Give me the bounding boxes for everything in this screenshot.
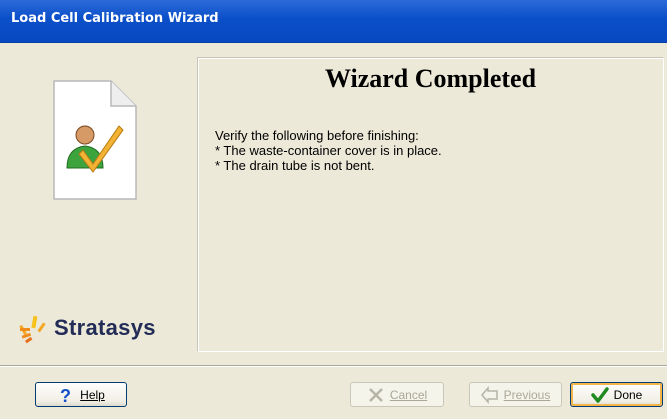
wizard-window: Load Cell Calibration Wizard Stratasys W… [0,0,667,419]
content-panel: Wizard Completed Verify the following be… [197,57,664,352]
window-title: Load Cell Calibration Wizard [11,11,219,26]
cancel-label: Cancel [389,387,428,402]
done-label: Done [613,387,643,402]
previous-button[interactable]: Previous [469,382,562,407]
stratasys-logo: Stratasys [17,314,177,344]
help-button[interactable]: ? Help [35,382,127,407]
instructions: Verify the following before finishing: *… [215,128,442,173]
previous-label: Previous [503,387,551,402]
x-icon [368,387,383,402]
cancel-button[interactable]: Cancel [350,382,444,407]
help-label: Help [80,387,105,402]
checkmark-icon [590,386,609,403]
side-panel: Stratasys [15,58,179,350]
footer-divider [0,365,667,367]
brand-name: Stratasys [54,315,156,340]
page-title: Wizard Completed [324,64,537,93]
done-button[interactable]: Done [570,382,663,407]
instruction-line: * The waste-container cover is in place. [215,143,442,158]
instruction-line: Verify the following before finishing: [215,128,419,143]
svg-text:?: ? [60,386,71,404]
instruction-line: * The drain tube is not bent. [215,158,375,173]
title-bar[interactable]: Load Cell Calibration Wizard [0,0,667,43]
stratasys-burst-icon [19,315,46,344]
arrow-left-icon [480,385,498,404]
wizard-complete-document-icon [53,80,137,200]
question-icon: ? [60,386,71,404]
